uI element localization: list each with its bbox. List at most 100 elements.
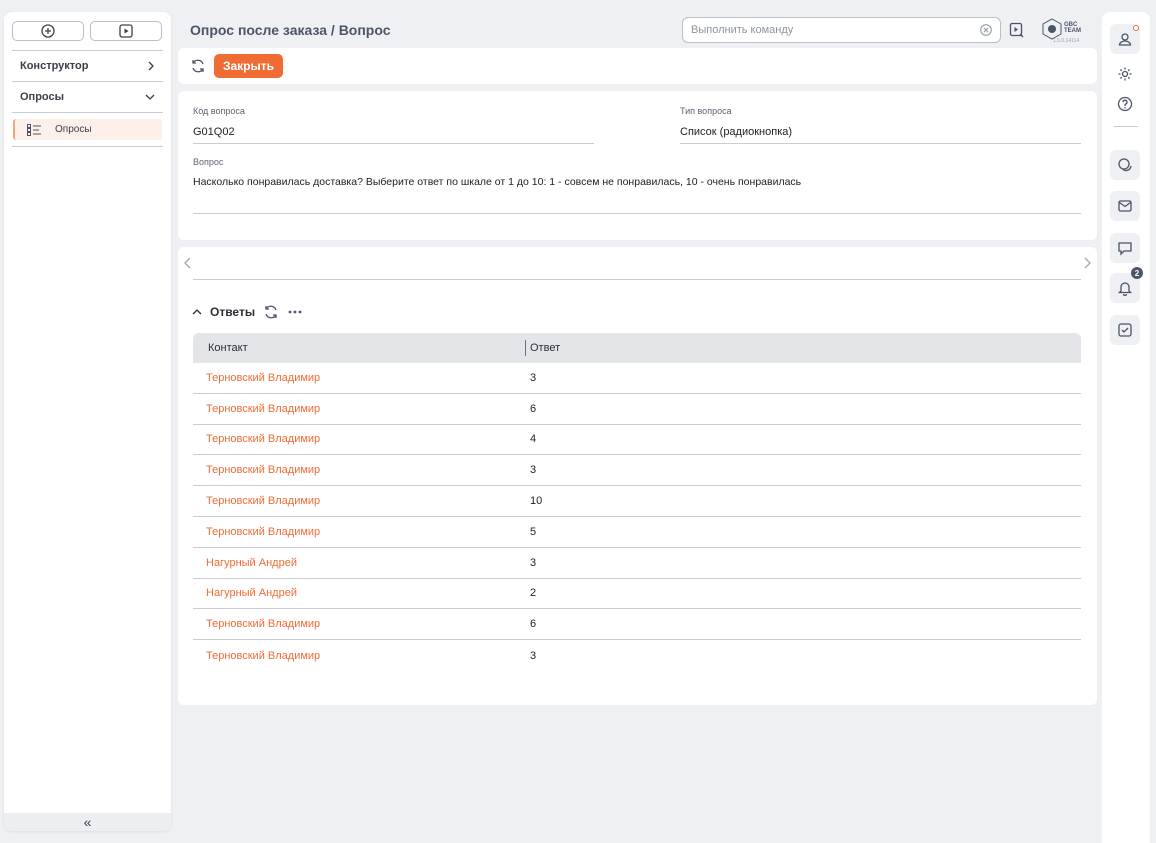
question-field[interactable]: Насколько понравилась доставка? Выберите…: [193, 176, 801, 188]
table-row[interactable]: Нагурный Андрей 3: [193, 548, 1081, 579]
chevron-up-icon: [192, 309, 202, 315]
table-row[interactable]: Нагурный Андрей 2: [193, 579, 1081, 610]
scroll-right-button[interactable]: [1083, 257, 1091, 269]
table-row[interactable]: Терновский Владимир 4: [193, 425, 1081, 456]
contact-link[interactable]: Нагурный Андрей: [193, 557, 530, 569]
collapse-section-button[interactable]: [192, 308, 202, 316]
answer-cell: 6: [530, 402, 537, 415]
toolbar: Закрыть: [178, 48, 1097, 84]
contact-link[interactable]: Терновский Владимир: [193, 433, 530, 445]
chevron-left-icon: [184, 257, 191, 269]
chats-button[interactable]: [1110, 150, 1140, 180]
play-square-icon: [119, 24, 133, 38]
table-row[interactable]: Терновский Владимир 3: [193, 363, 1081, 394]
user-icon: [1118, 33, 1132, 46]
list-icon: [27, 123, 43, 136]
sidebar: Конструктор Опросы Опросы «: [4, 12, 171, 831]
run-command-button[interactable]: [1009, 22, 1025, 38]
run-command-icon: [1009, 22, 1024, 38]
column-header-contact[interactable]: Контакт: [193, 342, 525, 354]
mail-icon: [1118, 200, 1132, 212]
messages-button[interactable]: [1110, 233, 1140, 263]
answer-cell: 3: [530, 649, 537, 662]
profile-button[interactable]: [1110, 24, 1140, 54]
answer-cell: 10: [530, 495, 543, 508]
page-title: Опрос после заказа / Вопрос: [190, 22, 391, 38]
contact-link[interactable]: Нагурный Андрей: [193, 587, 530, 599]
version-label: 1.5.0.14114: [1053, 38, 1080, 44]
more-horizontal-icon: [288, 310, 302, 314]
table-row[interactable]: Терновский Владимир 6: [193, 609, 1081, 641]
code-label: Код вопроса: [193, 106, 245, 116]
question-form: Код вопроса G01Q02 Тип вопроса Список (р…: [178, 91, 1097, 240]
answer-cell: 3: [530, 556, 537, 569]
notification-badge: 2: [1131, 267, 1143, 279]
collapse-sidebar-button[interactable]: «: [4, 813, 171, 831]
type-label: Тип вопроса: [680, 106, 732, 116]
contact-link[interactable]: Терновский Владимир: [193, 495, 530, 507]
contact-link[interactable]: Терновский Владимир: [193, 403, 530, 415]
table-row[interactable]: Терновский Владимир 6: [193, 394, 1081, 425]
answer-cell: 6: [530, 618, 537, 631]
logo-icon: [1042, 18, 1062, 40]
divider: [1114, 126, 1138, 127]
answer-cell: 3: [530, 464, 537, 477]
refresh-icon: [192, 59, 204, 73]
contact-link[interactable]: Терновский Владимир: [193, 372, 530, 384]
contact-link[interactable]: Терновский Владимир: [193, 650, 530, 662]
help-icon: [1117, 96, 1133, 112]
close-button[interactable]: Закрыть: [214, 54, 283, 78]
table-row[interactable]: Терновский Владимир 3: [193, 640, 1081, 671]
code-field[interactable]: G01Q02: [193, 126, 235, 138]
answer-cell: 3: [530, 371, 537, 384]
sidebar-item-label: Опросы: [20, 91, 65, 103]
table-row[interactable]: Терновский Владимир 3: [193, 455, 1081, 487]
type-underline: [680, 143, 1081, 144]
message-icon: [1118, 242, 1132, 256]
settings-button[interactable]: [1110, 59, 1140, 89]
table-row[interactable]: Терновский Владимир 5: [193, 517, 1081, 548]
table-body: Терновский Владимир 3 Терновский Владимир 6…: [193, 363, 1081, 671]
answer-cell: 4: [530, 433, 537, 446]
sidebar-subitem-label: Опросы: [55, 124, 92, 135]
divider: [12, 146, 163, 147]
add-button[interactable]: [12, 21, 84, 41]
scroll-left-button[interactable]: [184, 257, 192, 269]
divider: [12, 112, 163, 113]
more-options-button[interactable]: [287, 309, 303, 315]
question-label: Вопрос: [193, 157, 224, 167]
command-input[interactable]: Выполнить команду: [682, 17, 1001, 43]
type-field[interactable]: Список (радиокнопка): [680, 126, 792, 138]
refresh-icon: [265, 305, 277, 319]
contact-link[interactable]: Терновский Владимир: [193, 526, 530, 538]
chevron-right-icon: [1084, 257, 1091, 269]
clear-icon[interactable]: [980, 24, 992, 36]
table-header: Контакт Ответ: [193, 333, 1081, 363]
run-button[interactable]: [90, 21, 162, 41]
tasks-button[interactable]: [1110, 315, 1140, 345]
plus-circle-icon: [41, 24, 55, 38]
command-placeholder: Выполнить команду: [691, 24, 794, 36]
answers-card: Ответы Контакт Ответ Терновский Владимир…: [178, 247, 1097, 705]
sidebar-item-surveys[interactable]: Опросы: [4, 82, 171, 112]
contact-link[interactable]: Терновский Владимир: [193, 464, 530, 476]
refresh-button[interactable]: [190, 58, 206, 74]
gear-icon: [1118, 67, 1132, 81]
sidebar-subitem-surveys[interactable]: Опросы: [13, 119, 162, 140]
answer-cell: 5: [530, 525, 537, 538]
chevron-down-icon: [145, 94, 155, 100]
chats-icon: [1118, 158, 1132, 172]
table-row[interactable]: Терновский Владимир 10: [193, 486, 1081, 517]
column-header-answer[interactable]: Ответ: [525, 340, 560, 356]
sidebar-item-constructor[interactable]: Конструктор: [4, 51, 171, 81]
contact-link[interactable]: Терновский Владимир: [193, 618, 530, 630]
code-underline: [193, 143, 594, 144]
refresh-answers-button[interactable]: [263, 304, 279, 320]
section-title: Ответы: [210, 305, 256, 319]
right-rail: 2: [1102, 12, 1150, 843]
mail-button[interactable]: [1110, 191, 1140, 221]
help-button[interactable]: [1110, 89, 1140, 119]
bell-icon: [1117, 282, 1133, 296]
sidebar-item-label: Конструктор: [20, 60, 89, 72]
logo-text: GBC TEAM: [1064, 22, 1081, 34]
